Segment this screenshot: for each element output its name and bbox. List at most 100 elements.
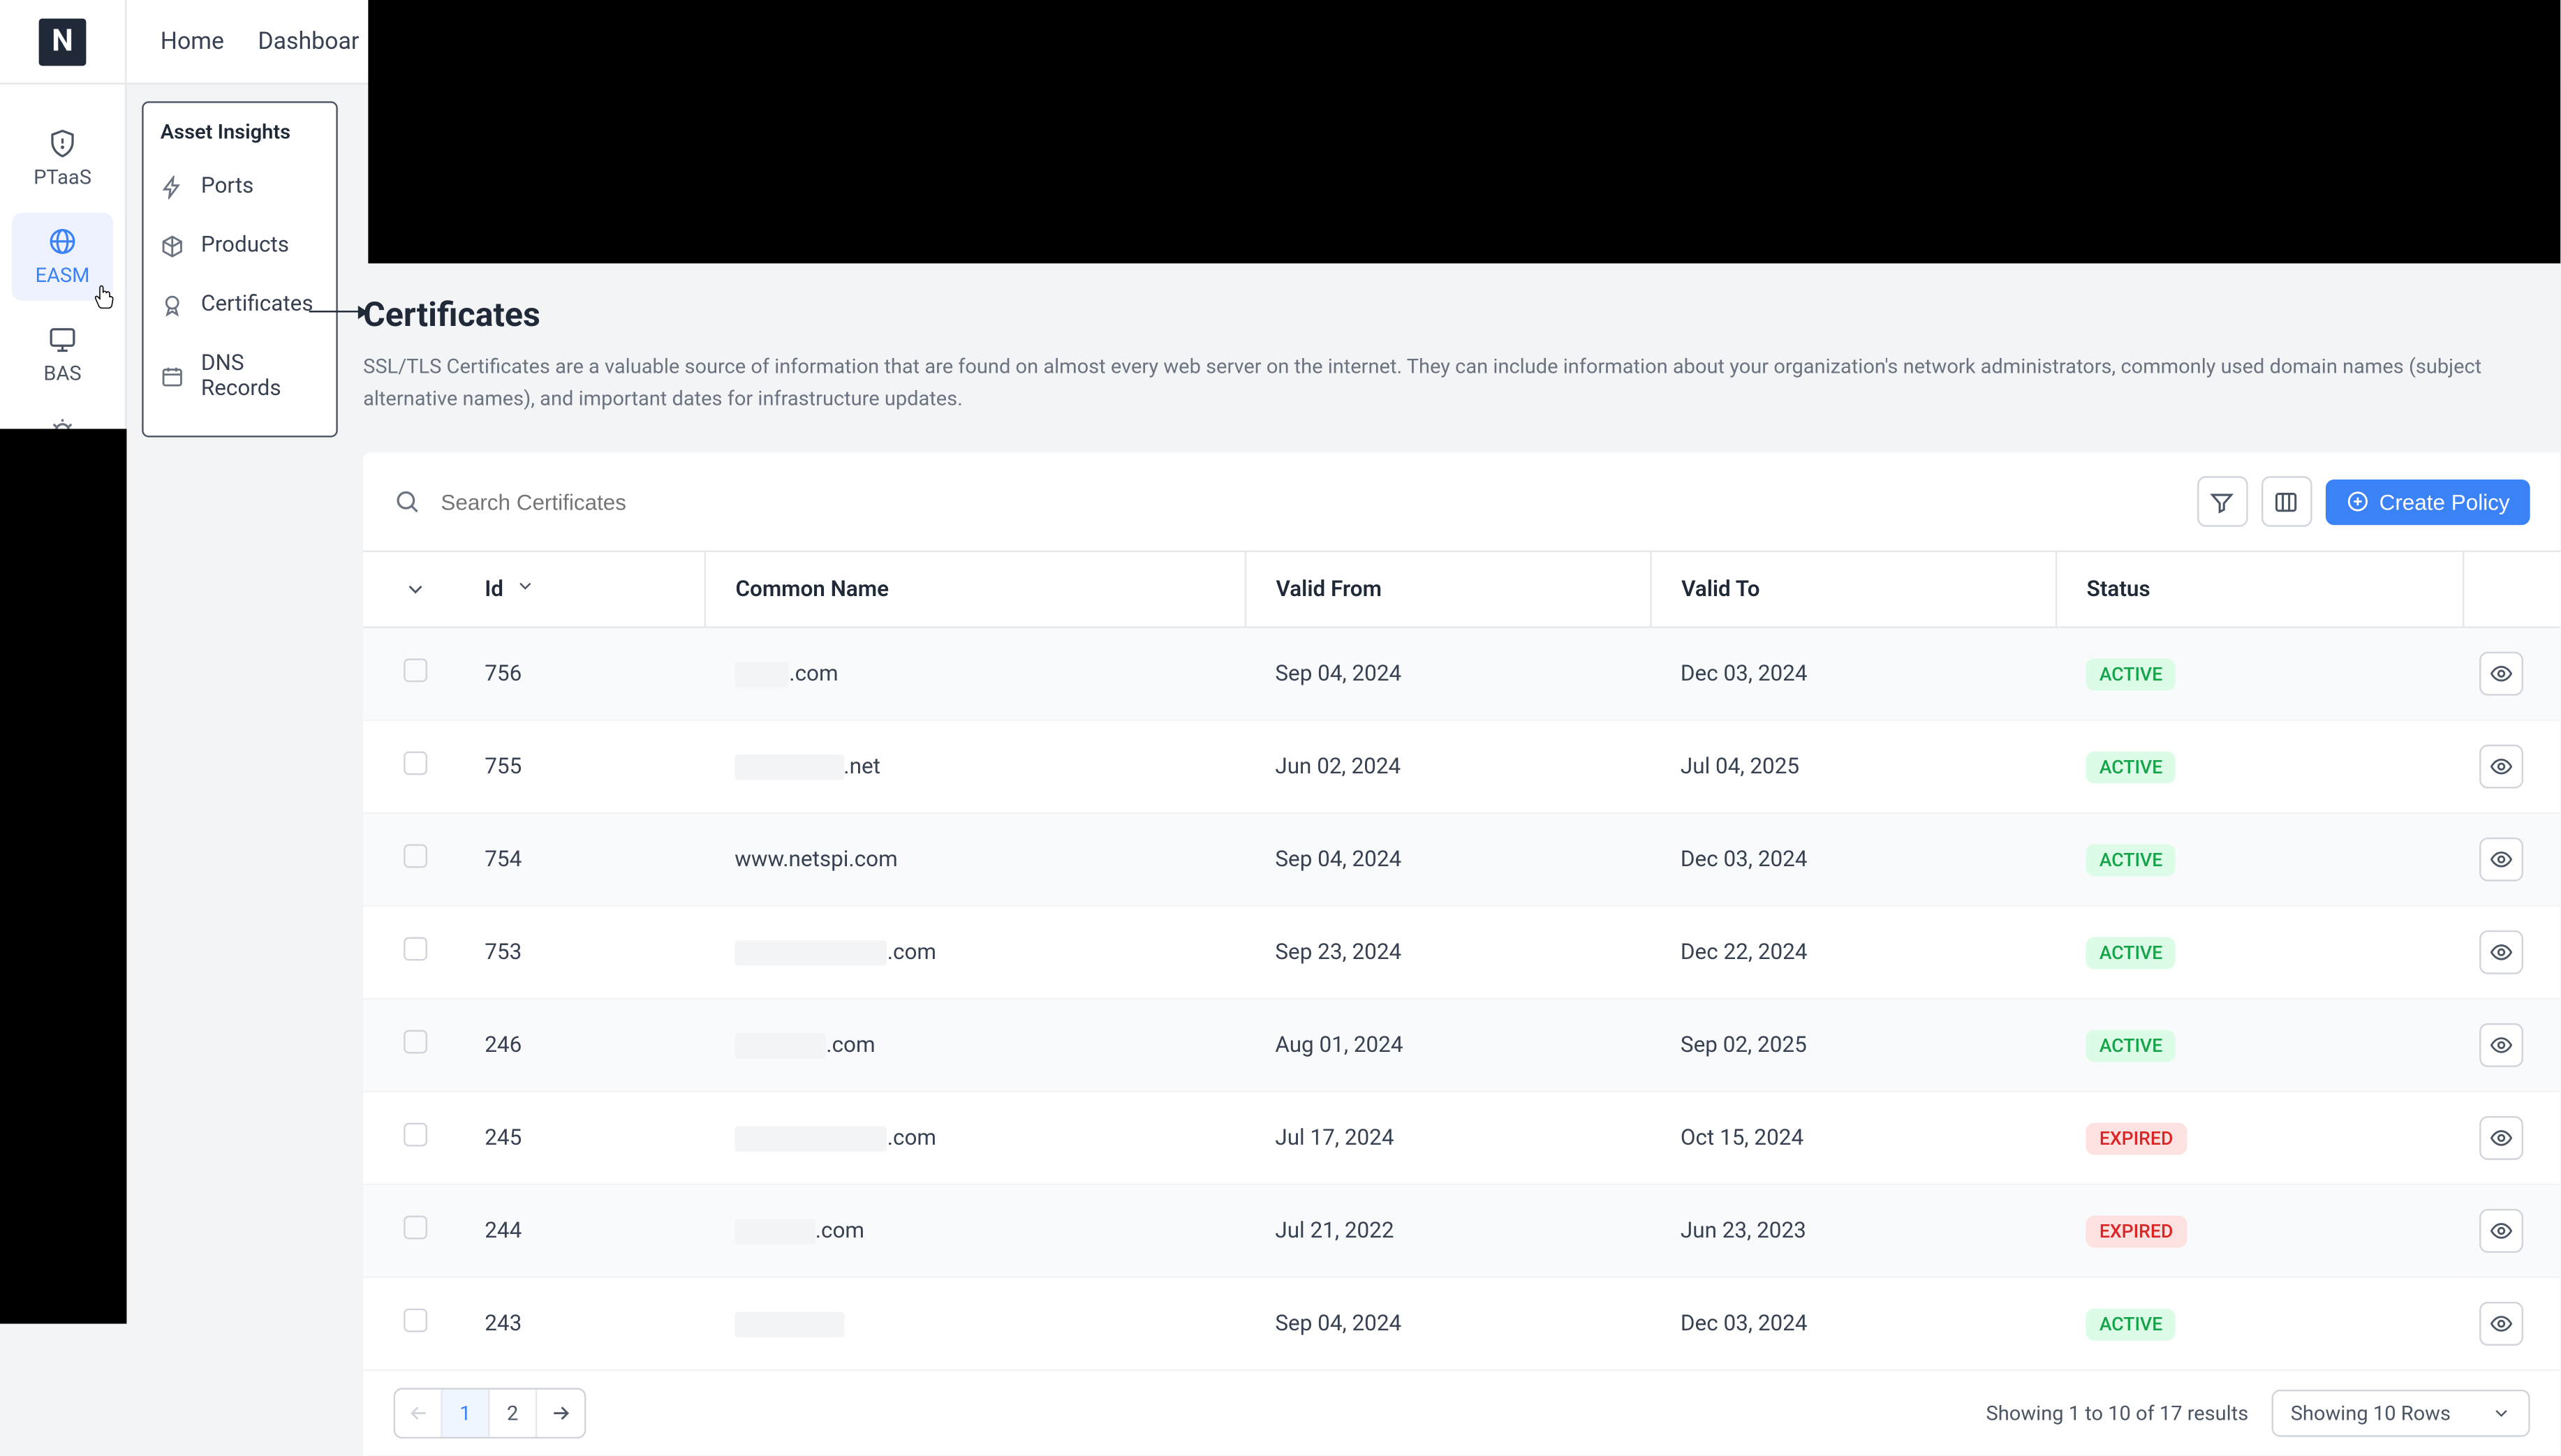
create-policy-button[interactable]: Create Policy	[2325, 480, 2530, 525]
row-checkbox[interactable]	[404, 937, 427, 961]
cell-common-name: xxxxxxxxxxxxxx.com	[704, 1092, 1245, 1185]
table-row[interactable]: 244*.xxxxxx.comJul 21, 2022Jun 23, 2023E…	[363, 1185, 2560, 1278]
nav-home[interactable]: Home	[161, 28, 224, 55]
page-1-button[interactable]: 1	[443, 1390, 490, 1438]
flyout-item-products[interactable]: Products	[144, 216, 337, 276]
sidebar-item-bas[interactable]: BAS	[12, 311, 113, 399]
sidebar-item-label: EASM	[35, 263, 89, 287]
row-checkbox[interactable]	[404, 1217, 427, 1240]
flyout-item-label: Products	[201, 233, 289, 258]
cell-common-name: *.xxxxxx.com	[704, 1185, 1245, 1278]
cell-valid-from: Sep 04, 2024	[1245, 1278, 1651, 1371]
view-button[interactable]	[2479, 745, 2523, 789]
flyout-item-certificates[interactable]: Certificates	[144, 275, 337, 334]
redacted-text: xxxxxxxxxx	[735, 1312, 843, 1337]
status-badge: ACTIVE	[2086, 658, 2176, 690]
sidebar-item-easm[interactable]: EASM	[12, 213, 113, 301]
cell-id: 244	[468, 1185, 704, 1278]
cell-valid-from: Jul 21, 2022	[1245, 1185, 1651, 1278]
flyout-item-ports[interactable]: Ports	[144, 157, 337, 216]
cell-actions	[2463, 1185, 2560, 1278]
flyout-item-dns[interactable]: DNS Records	[144, 334, 337, 419]
table-row[interactable]: 245xxxxxxxxxxxxxx.comJul 17, 2024Oct 15,…	[363, 1092, 2560, 1185]
view-button[interactable]	[2479, 1117, 2523, 1161]
cell-valid-to: Dec 03, 2024	[1650, 814, 2056, 907]
logo[interactable]: N	[0, 0, 126, 84]
table-row[interactable]: 756xxxxx.comSep 04, 2024Dec 03, 2024ACTI…	[363, 628, 2560, 721]
table-row[interactable]: 753xxxxxxxxxxxxxx.comSep 23, 2024Dec 22,…	[363, 907, 2560, 1000]
view-button[interactable]	[2479, 1024, 2523, 1068]
page-2-button[interactable]: 2	[490, 1390, 538, 1438]
view-button[interactable]	[2479, 1302, 2523, 1346]
eye-icon	[2490, 1312, 2514, 1336]
sidebar-item-label: PTaaS	[34, 165, 91, 189]
certificates-table: Id Common Name Valid From Valid To Statu…	[363, 551, 2560, 1372]
calendar-icon	[161, 365, 184, 389]
rows-per-page-select[interactable]: Showing 10 Rows	[2272, 1390, 2530, 1438]
results-text: Showing 1 to 10 of 17 results	[1986, 1402, 2249, 1426]
status-badge: EXPIRED	[2086, 1122, 2186, 1154]
row-checkbox[interactable]	[404, 752, 427, 775]
view-button[interactable]	[2479, 1210, 2523, 1254]
cell-status: ACTIVE	[2056, 721, 2463, 814]
monitor-icon	[47, 324, 78, 355]
column-valid-to[interactable]: Valid To	[1650, 552, 2056, 628]
column-actions	[2463, 552, 2560, 628]
table-row[interactable]: 246*.xxxxxxx.comAug 01, 2024Sep 02, 2025…	[363, 1000, 2560, 1092]
view-button[interactable]	[2479, 931, 2523, 975]
flyout-item-label: DNS Records	[201, 351, 319, 402]
filter-icon	[2210, 489, 2235, 514]
column-common-name[interactable]: Common Name	[704, 552, 1245, 628]
table-row[interactable]: 755xxxxxxxxxx.netJun 02, 2024Jul 04, 202…	[363, 721, 2560, 814]
cell-valid-from: Aug 01, 2024	[1245, 1000, 1651, 1092]
footer-right: Showing 1 to 10 of 17 results Showing 10…	[1986, 1390, 2530, 1438]
cell-status: ACTIVE	[2056, 1278, 2463, 1371]
arrow-right-icon	[549, 1402, 573, 1426]
view-button[interactable]	[2479, 838, 2523, 882]
table-row[interactable]: 243xxxxxxxxxxSep 04, 2024Dec 03, 2024ACT…	[363, 1278, 2560, 1371]
flyout-item-label: Certificates	[201, 292, 313, 317]
redacted-text: *.xxxxxx	[735, 1219, 815, 1244]
table-row[interactable]: 754www.netspi.comSep 04, 2024Dec 03, 202…	[363, 814, 2560, 907]
cell-valid-from: Sep 04, 2024	[1245, 814, 1651, 907]
cell-status: ACTIVE	[2056, 814, 2463, 907]
nav-dashboard[interactable]: Dashboar	[258, 28, 359, 55]
panel-header: Create Policy	[363, 453, 2560, 551]
cell-actions	[2463, 1000, 2560, 1092]
flyout-title: Asset Insights	[144, 120, 337, 157]
search-input[interactable]	[441, 489, 2176, 514]
certificate-icon	[161, 293, 184, 317]
next-page-button[interactable]	[537, 1390, 584, 1438]
status-badge: ACTIVE	[2086, 844, 2176, 876]
cell-actions	[2463, 628, 2560, 721]
column-id[interactable]: Id	[468, 552, 704, 628]
cell-valid-to: Jul 04, 2025	[1650, 721, 2056, 814]
column-status[interactable]: Status	[2056, 552, 2463, 628]
eye-icon	[2490, 848, 2514, 872]
filter-button[interactable]	[2197, 477, 2248, 528]
row-checkbox[interactable]	[404, 659, 427, 683]
cell-status: ACTIVE	[2056, 1000, 2463, 1092]
cell-id: 753	[468, 907, 704, 1000]
column-valid-from[interactable]: Valid From	[1245, 552, 1651, 628]
sidebar-item-label: BAS	[43, 362, 81, 385]
row-checkbox[interactable]	[404, 845, 427, 868]
eye-icon	[2490, 662, 2514, 686]
column-expand[interactable]	[363, 552, 468, 628]
plus-circle-icon	[2345, 490, 2369, 514]
prev-page-button[interactable]	[395, 1390, 443, 1438]
cell-valid-to: Jun 23, 2023	[1650, 1185, 2056, 1278]
columns-button[interactable]	[2261, 477, 2312, 528]
bolt-icon	[161, 174, 184, 198]
row-checkbox[interactable]	[404, 1030, 427, 1054]
redacted-text: *.xxxxxxx	[735, 1033, 826, 1058]
cell-valid-to: Sep 02, 2025	[1650, 1000, 2056, 1092]
row-checkbox[interactable]	[404, 1124, 427, 1147]
sidebar-item-ptaas[interactable]: PTaaS	[12, 114, 113, 202]
cell-status: ACTIVE	[2056, 907, 2463, 1000]
search-icon	[394, 489, 421, 516]
cell-common-name: xxxxxxxxxx	[704, 1278, 1245, 1371]
status-badge: ACTIVE	[2086, 937, 2176, 969]
view-button[interactable]	[2479, 653, 2523, 697]
row-checkbox[interactable]	[404, 1309, 427, 1333]
